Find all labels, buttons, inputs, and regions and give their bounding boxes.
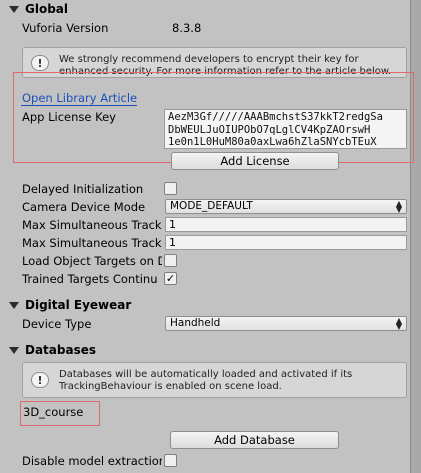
delayed-initialization-checkbox[interactable] — [164, 182, 177, 195]
link-underline — [21, 105, 137, 106]
section-title-databases: Databases — [25, 343, 97, 357]
section-title-global: Global — [25, 2, 69, 16]
camera-device-mode-label: Camera Device Mode — [22, 200, 146, 214]
vuforia-version-value: 8.3.8 — [172, 21, 202, 35]
checkmark-icon: ✓ — [165, 272, 176, 285]
app-license-key-textarea[interactable]: AezM3Gf/////AAABmchstS37kkT2redgSa DbWEUL… — [164, 109, 407, 149]
vertical-scrollbar[interactable] — [410, 0, 421, 473]
camera-device-mode-value: MODE_DEFAULT — [170, 200, 253, 212]
load-object-targets-label: Load Object Targets on D — [22, 254, 162, 268]
license-key-line: DbWEULJuOIUPObO7qLglCV4KpZAOrswH — [168, 123, 371, 136]
database-item[interactable]: 3D_course — [23, 405, 83, 419]
foldout-arrow-icon[interactable] — [9, 346, 19, 354]
info-icon: ! — [31, 55, 49, 71]
section-header-global[interactable]: Global — [0, 0, 68, 18]
disable-model-extraction-checkbox[interactable] — [164, 454, 177, 467]
device-type-dropdown[interactable]: Handheld ▲ ▼ — [165, 316, 407, 331]
license-key-line: AezM3Gf/////AAABmchstS37kkT2redgSa — [168, 111, 383, 123]
section-title-digital-eyewear: Digital Eyewear — [25, 298, 132, 312]
dropdown-arrow-icon: ▲ ▼ — [395, 316, 402, 331]
delayed-initialization-label: Delayed Initialization — [22, 182, 144, 196]
disable-model-extraction-label: Disable model extraction — [22, 454, 162, 468]
app-license-key-label: App License Key — [22, 110, 116, 124]
add-database-button[interactable]: Add Database — [170, 431, 339, 449]
vuforia-version-label: Vuforia Version — [22, 21, 109, 35]
trained-targets-continue-label: Trained Targets Continu — [22, 272, 158, 286]
foldout-arrow-icon[interactable] — [9, 5, 19, 13]
foldout-arrow-icon[interactable] — [9, 301, 19, 309]
dropdown-arrow-icon: ▲ ▼ — [395, 199, 402, 214]
section-header-digital-eyewear[interactable]: Digital Eyewear — [0, 296, 131, 314]
max-simultaneous-tracked-objects-label: Max Simultaneous Track — [22, 236, 162, 250]
license-key-line: 1e0n1L0HuM80a0axLwa6hZlaSNYcbTEuX — [168, 136, 377, 148]
camera-device-mode-dropdown[interactable]: MODE_DEFAULT ▲ ▼ — [165, 199, 407, 214]
trained-targets-continue-checkbox[interactable]: ✓ — [164, 272, 177, 285]
load-object-targets-checkbox[interactable] — [164, 254, 177, 267]
max-simultaneous-tracked-images-label: Max Simultaneous Track — [22, 218, 162, 232]
max-simultaneous-tracked-objects-field[interactable]: 1 — [165, 235, 407, 250]
section-header-databases[interactable]: Databases — [0, 341, 96, 359]
device-type-label: Device Type — [22, 317, 92, 331]
info-icon: ! — [31, 372, 49, 388]
databases-help-text: Databases will be automatically loaded a… — [59, 369, 353, 392]
device-type-value: Handheld — [170, 317, 221, 329]
max-simultaneous-tracked-images-field[interactable]: 1 — [165, 217, 407, 232]
databases-help-box: ! Databases will be automatically loaded… — [22, 362, 407, 398]
add-license-button[interactable]: Add License — [171, 152, 339, 170]
open-library-article-link[interactable]: Open Library Article — [22, 91, 137, 105]
